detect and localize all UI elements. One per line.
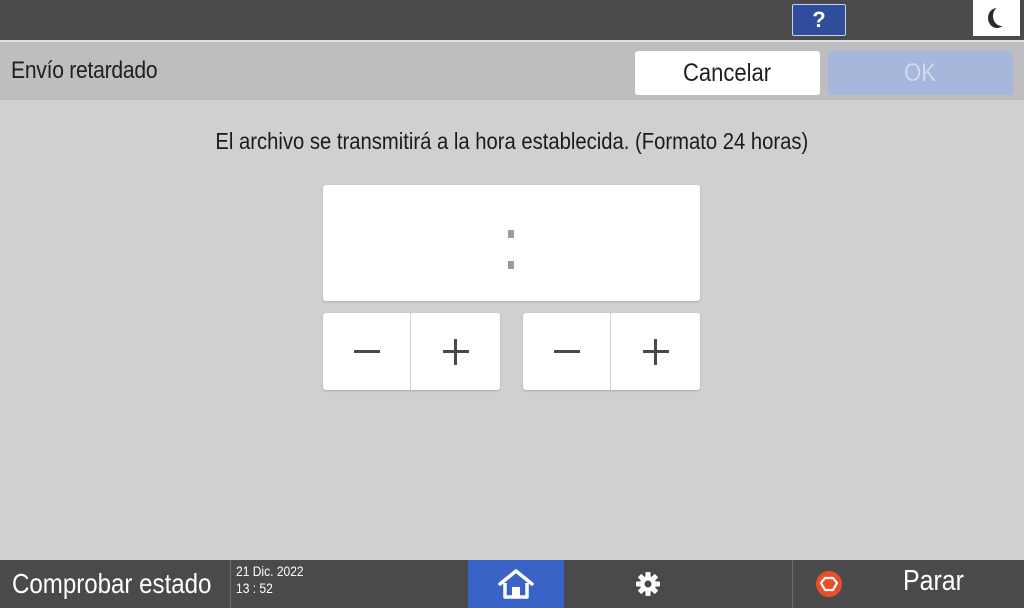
minutes-stepper: [523, 313, 700, 390]
energy-saver-button[interactable]: [973, 0, 1020, 36]
minutes-decrement-button[interactable]: [523, 313, 611, 390]
stop-label: Parar: [903, 565, 974, 598]
check-status-button[interactable]: Comprobar estado: [0, 560, 231, 608]
hours-decrement-button[interactable]: [323, 313, 411, 390]
cancel-button-label: Cancelar: [683, 58, 772, 87]
instruction-message: El archivo se transmitirá a la hora esta…: [0, 128, 1024, 155]
screen-header: Envío retardado Cancelar OK: [0, 40, 1024, 100]
settings-button[interactable]: [600, 560, 696, 608]
instruction-text: El archivo se transmitirá a la hora esta…: [215, 128, 809, 154]
ok-button-label: OK: [904, 58, 937, 87]
plus-icon: [643, 338, 669, 365]
stop-label-text: Parar: [903, 565, 964, 597]
date-time-display: 21 Dic. 2022 13 : 52: [236, 563, 315, 597]
help-button[interactable]: ?: [792, 4, 846, 36]
date-text: 21 Dic. 2022: [236, 563, 304, 579]
stop-button[interactable]: Parar: [793, 560, 1024, 608]
time-separator-dot-top: [508, 230, 514, 238]
stop-icon: [816, 571, 842, 597]
check-status-label: Comprobar estado: [12, 568, 212, 599]
hours-stepper: [323, 313, 500, 390]
moon-icon: [987, 6, 1011, 28]
time-text: 13 : 52: [236, 580, 273, 596]
question-icon: ?: [812, 7, 826, 32]
ok-button[interactable]: OK: [828, 51, 1013, 95]
hours-increment-button[interactable]: [412, 313, 500, 390]
time-display[interactable]: [323, 185, 700, 301]
bottom-system-bar: Comprobar estado 21 Dic. 2022 13 : 52 Pa…: [0, 560, 1024, 608]
time-separator-dot-bottom: [508, 261, 514, 269]
minutes-increment-button[interactable]: [612, 313, 700, 390]
minus-icon: [553, 350, 580, 353]
home-button[interactable]: [468, 560, 564, 608]
plus-icon: [443, 338, 469, 365]
top-status-bar: ?: [0, 0, 1024, 40]
cancel-button[interactable]: Cancelar: [635, 51, 820, 95]
page-title: Envío retardado: [11, 57, 158, 84]
home-icon: [498, 569, 534, 599]
gear-icon: [636, 572, 660, 596]
minus-icon: [353, 350, 380, 353]
